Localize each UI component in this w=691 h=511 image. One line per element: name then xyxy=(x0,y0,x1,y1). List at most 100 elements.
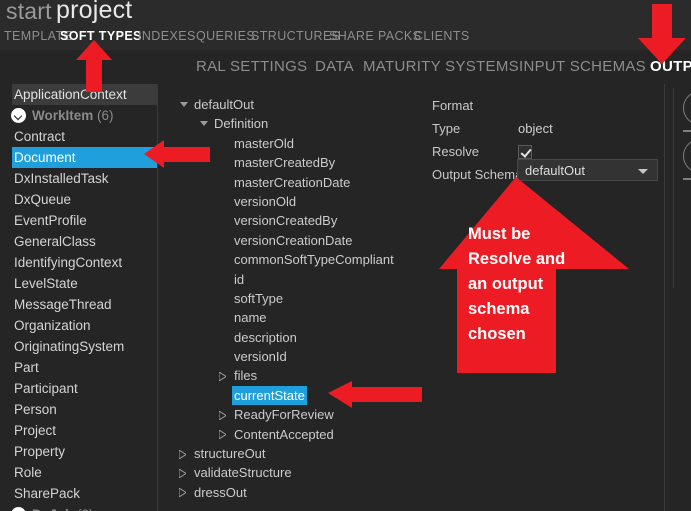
sidebar-item-role[interactable]: Role xyxy=(0,462,157,483)
tree-node-label: currentState xyxy=(232,386,307,405)
tree-node-description[interactable]: description xyxy=(175,328,425,347)
output-schema-tree[interactable]: defaultOutDefinitionmasterOldmasterCreat… xyxy=(175,95,425,511)
expander-closed-icon[interactable] xyxy=(219,430,226,439)
tree-node-versioncreationdate[interactable]: versionCreationDate xyxy=(175,231,425,250)
sidebar-item-eventprofile[interactable]: EventProfile xyxy=(0,210,157,231)
expander-closed-icon[interactable] xyxy=(179,488,186,497)
remove-circle-button[interactable] xyxy=(683,139,691,173)
sidebar-item-originatingsystem[interactable]: OriginatingSystem xyxy=(0,336,157,357)
tree-node-label: validateStructure xyxy=(192,463,294,482)
sidebar-item-label: SharePack xyxy=(14,486,80,501)
tree-node-label: dressOut xyxy=(192,483,249,502)
subtab-data[interactable]: DATA xyxy=(315,58,354,75)
tree-node-label: files xyxy=(232,366,259,385)
sidebar-item-label: Property xyxy=(14,444,65,459)
expander-open-icon[interactable] xyxy=(180,102,188,107)
soft-types-sidebar[interactable]: ApplicationContextWorkItem (6)ContractDo… xyxy=(0,84,158,511)
tree-node-structureout[interactable]: structureOut xyxy=(175,444,425,463)
breadcrumb-start[interactable]: start xyxy=(6,0,52,25)
expander-closed-icon[interactable] xyxy=(179,469,186,478)
divider-line-1 xyxy=(683,130,691,132)
subtab-maturity-systems[interactable]: MATURITY SYSTEMS xyxy=(363,58,519,75)
sidebar-item-label: LevelState xyxy=(14,276,78,291)
resolve-checkbox[interactable] xyxy=(518,145,532,159)
sidebar-item-messagethread[interactable]: MessageThread xyxy=(0,294,157,315)
sidebar-item-label: Person xyxy=(14,402,57,417)
chevron-down-circle-icon[interactable] xyxy=(11,108,26,123)
sidebar-item-count: (6) xyxy=(97,108,114,123)
tree-node-versioncreatedby[interactable]: versionCreatedBy xyxy=(175,211,425,230)
tree-node-label: Definition xyxy=(212,114,270,133)
chevron-down-circle-icon[interactable] xyxy=(11,507,26,511)
sidebar-item-workitem[interactable]: WorkItem (6) xyxy=(0,105,157,126)
tree-node-readyforreview[interactable]: ReadyForReview xyxy=(175,405,425,424)
sidebar-item-label: GeneralClass xyxy=(14,234,96,249)
callout-text: Must be Resolve and an output schema cho… xyxy=(468,222,598,347)
tree-node-name[interactable]: name xyxy=(175,308,425,327)
sidebar-item-organization[interactable]: Organization xyxy=(0,315,157,336)
tree-node-label: description xyxy=(232,328,299,347)
sidebar-item-label: OriginatingSystem xyxy=(14,339,124,354)
sidebar-item-contract[interactable]: Contract xyxy=(0,126,157,147)
tree-node-label: commonSoftTypeCompliant xyxy=(232,250,396,269)
sidebar-item-person[interactable]: Person xyxy=(0,399,157,420)
sidebar-item-count: (2) xyxy=(77,507,94,511)
tree-node-definition[interactable]: Definition xyxy=(175,114,425,133)
tree-node-commonsofttypecompliant[interactable]: commonSoftTypeCompliant xyxy=(175,250,425,269)
sidebar-item-label: EventProfile xyxy=(14,213,87,228)
sidebar-item-label: IdentifyingContext xyxy=(14,255,122,270)
tree-node-versionold[interactable]: versionOld xyxy=(175,192,425,211)
sidebar-item-label: Role xyxy=(14,465,42,480)
tree-node-validatestructure[interactable]: validateStructure xyxy=(175,463,425,482)
tree-node-id[interactable]: id xyxy=(175,270,425,289)
tab-share-packs[interactable]: SHARE PACKS xyxy=(329,29,421,43)
type-label: Type xyxy=(432,121,460,136)
type-value: object xyxy=(518,121,553,136)
tree-node-softtype[interactable]: softType xyxy=(175,289,425,308)
add-circle-button[interactable] xyxy=(683,91,691,125)
sidebar-item-document[interactable]: Document xyxy=(12,147,158,168)
sidebar-item-label: Participant xyxy=(14,381,78,396)
tree-node-mastercreationdate[interactable]: masterCreationDate xyxy=(175,173,425,192)
sidebar-item-sharepack[interactable]: SharePack xyxy=(0,483,157,504)
tree-node-masterold[interactable]: masterOld xyxy=(175,134,425,153)
sidebar-item-part[interactable]: Part xyxy=(0,357,157,378)
tree-node-label: softType xyxy=(232,289,285,308)
right-action-panel xyxy=(664,84,691,511)
tree-node-label: versionCreatedBy xyxy=(232,211,339,230)
tab-queries[interactable]: QUERIES xyxy=(196,29,255,43)
tree-node-label: masterCreatedBy xyxy=(232,153,337,172)
sidebar-item-project[interactable]: Project xyxy=(0,420,157,441)
arrow-document-item-icon xyxy=(144,138,210,170)
tab-indexes[interactable]: INDEXES xyxy=(138,29,196,43)
sidebar-item-property[interactable]: Property xyxy=(0,441,157,462)
subtab-input-schemas[interactable]: INPUT SCHEMAS xyxy=(519,58,646,75)
sidebar-item-participant[interactable]: Participant xyxy=(0,378,157,399)
app-window: start project TEMPLATESOFT TYPESINDEXESQ… xyxy=(0,0,691,511)
expander-closed-icon[interactable] xyxy=(179,450,186,459)
tree-node-mastercreatedby[interactable]: masterCreatedBy xyxy=(175,153,425,172)
sidebar-item-generalclass[interactable]: GeneralClass xyxy=(0,231,157,252)
subtab-settings[interactable]: SETTINGS xyxy=(230,58,307,75)
expander-open-icon[interactable] xyxy=(200,121,208,126)
expander-closed-icon[interactable] xyxy=(219,372,226,381)
tree-node-contentaccepted[interactable]: ContentAccepted xyxy=(175,425,425,444)
page-title: project xyxy=(56,0,132,25)
tab-structures[interactable]: STRUCTURES xyxy=(251,29,340,43)
tab-clients[interactable]: CLIENTS xyxy=(414,29,470,43)
subtab-ral[interactable]: RAL xyxy=(196,58,226,75)
sidebar-item-dxjob[interactable]: DxJob (2) xyxy=(0,504,157,511)
sidebar-item-label: WorkItem xyxy=(32,108,93,123)
sidebar-item-identifyingcontext[interactable]: IdentifyingContext xyxy=(0,252,157,273)
tree-node-label: structureOut xyxy=(192,444,268,463)
tree-node-versionid[interactable]: versionId xyxy=(175,347,425,366)
sidebar-item-dxinstalledtask[interactable]: DxInstalledTask xyxy=(0,168,157,189)
expander-closed-icon[interactable] xyxy=(219,411,226,420)
sidebar-item-dxqueue[interactable]: DxQueue xyxy=(0,189,157,210)
sidebar-item-label: Contract xyxy=(14,129,65,144)
sidebar-item-label: Project xyxy=(14,423,56,438)
sidebar-item-levelstate[interactable]: LevelState xyxy=(0,273,157,294)
chevron-down-icon xyxy=(638,169,648,174)
tree-node-defaultout[interactable]: defaultOut xyxy=(175,95,425,114)
tree-node-dressout[interactable]: dressOut xyxy=(175,483,425,502)
